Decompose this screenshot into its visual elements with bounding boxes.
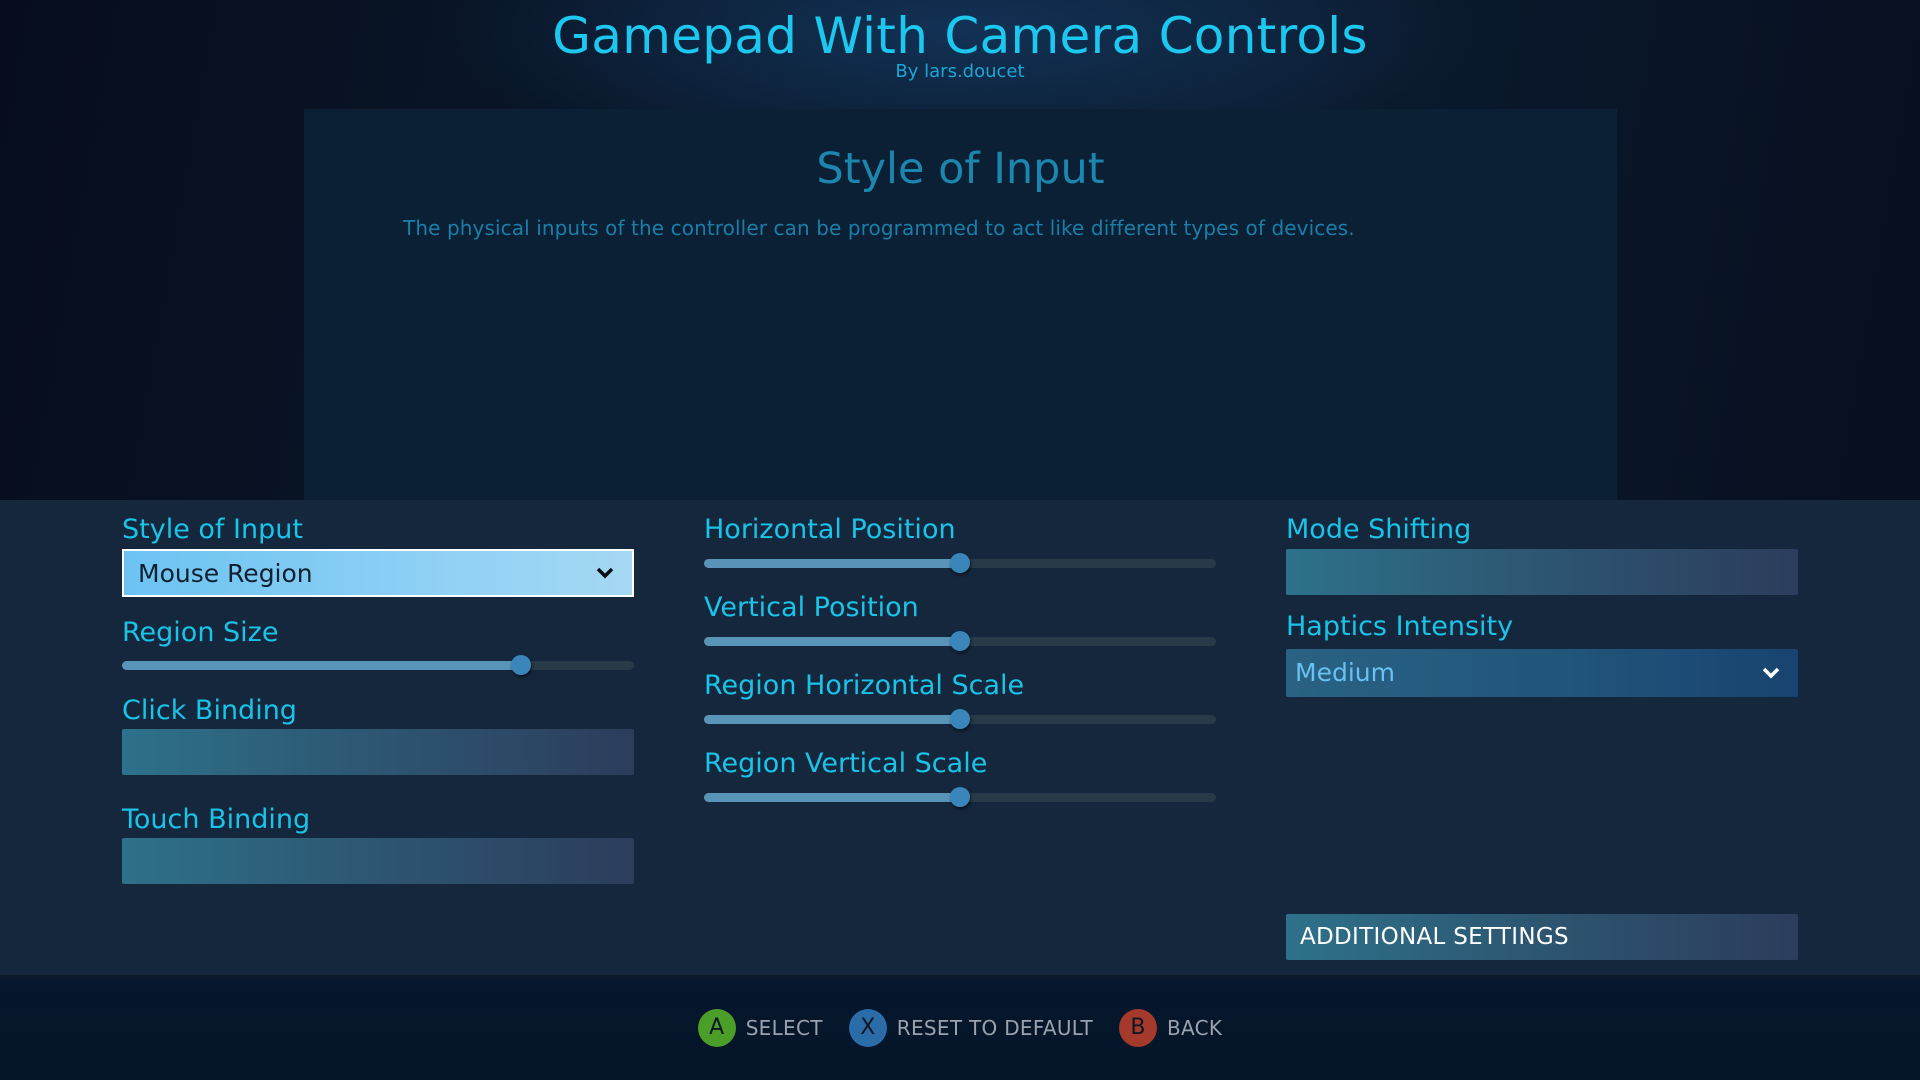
region-horizontal-scale-slider[interactable] — [704, 709, 1216, 729]
slider-fill — [122, 661, 521, 670]
click-binding-button[interactable] — [122, 729, 634, 775]
region-size-slider[interactable] — [122, 655, 634, 675]
hint-select[interactable]: A SELECT — [697, 1009, 823, 1047]
hint-select-label: SELECT — [745, 1016, 823, 1040]
vertical-position-slider[interactable] — [704, 631, 1216, 651]
haptics-intensity-label: Haptics Intensity — [1286, 611, 1514, 642]
mode-shifting-label: Mode Shifting — [1286, 514, 1472, 545]
slider-fill — [704, 715, 960, 724]
button-hints: A SELECT X RESET TO DEFAULT B BACK — [0, 1008, 1920, 1048]
additional-settings-label: ADDITIONAL SETTINGS — [1300, 924, 1569, 950]
info-description: The physical inputs of the controller ca… — [403, 216, 1355, 240]
slider-thumb[interactable] — [950, 631, 970, 651]
slider-fill — [704, 637, 960, 646]
region-vertical-scale-slider[interactable] — [704, 787, 1216, 807]
touch-binding-label: Touch Binding — [122, 804, 311, 835]
hint-reset-label: RESET TO DEFAULT — [896, 1016, 1093, 1040]
info-title: Style of Input — [816, 144, 1105, 194]
slider-fill — [704, 793, 960, 802]
additional-settings-button[interactable]: ADDITIONAL SETTINGS — [1286, 914, 1798, 960]
hint-back-label: BACK — [1166, 1016, 1223, 1040]
chevron-down-icon — [1762, 667, 1780, 679]
touch-binding-button[interactable] — [122, 838, 634, 884]
hint-back[interactable]: B BACK — [1118, 1009, 1223, 1047]
slider-thumb[interactable] — [950, 787, 970, 807]
region-vertical-scale-label: Region Vertical Scale — [704, 748, 988, 779]
settings-panel: Style of Input Mouse Region Region Size … — [0, 500, 1920, 975]
chevron-down-icon — [596, 567, 614, 579]
vertical-position-label: Vertical Position — [704, 592, 919, 623]
region-horizontal-scale-label: Region Horizontal Scale — [704, 670, 1025, 701]
hint-reset-to-default[interactable]: X RESET TO DEFAULT — [848, 1009, 1093, 1047]
style-of-input-value: Mouse Region — [138, 559, 313, 588]
mode-shifting-button[interactable] — [1286, 549, 1798, 595]
region-size-label: Region Size — [122, 617, 279, 648]
horizontal-position-label: Horizontal Position — [704, 514, 956, 545]
info-panel: Style of Input The physical inputs of th… — [304, 109, 1617, 500]
haptics-intensity-dropdown[interactable]: Medium — [1286, 649, 1798, 697]
slider-thumb[interactable] — [511, 655, 531, 675]
style-of-input-dropdown[interactable]: Mouse Region — [122, 549, 634, 597]
horizontal-position-slider[interactable] — [704, 553, 1216, 573]
config-title: Gamepad With Camera Controls — [552, 7, 1368, 65]
x-button-icon: X — [848, 1009, 887, 1047]
config-author: By lars.doucet — [895, 61, 1025, 82]
haptics-intensity-value: Medium — [1295, 658, 1395, 687]
slider-thumb[interactable] — [950, 709, 970, 729]
a-button-icon: A — [697, 1009, 736, 1047]
click-binding-label: Click Binding — [122, 695, 297, 726]
slider-thumb[interactable] — [950, 553, 970, 573]
slider-fill — [704, 559, 960, 568]
style-of-input-label: Style of Input — [122, 514, 303, 545]
b-button-icon: B — [1118, 1009, 1157, 1047]
